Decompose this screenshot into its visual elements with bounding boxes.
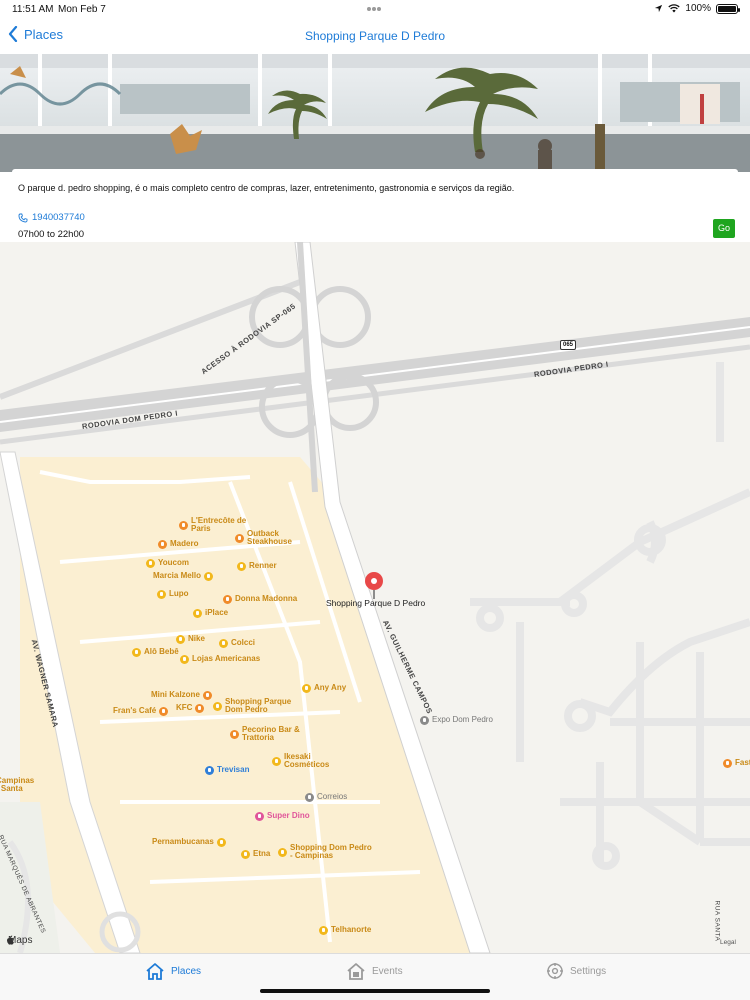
- map-view[interactable]: 065 ACESSO À RODOVIA SP-065 RODOVIA DOM …: [0, 242, 750, 953]
- poi-youcom[interactable]: Youcom: [143, 558, 189, 568]
- multitasking-dots-icon[interactable]: [367, 3, 383, 13]
- tab-events[interactable]: Events: [346, 962, 403, 980]
- place-header-photo: [0, 54, 750, 172]
- battery-icon: [716, 3, 740, 14]
- battery-percent: 100%: [685, 3, 711, 14]
- poi-super-dino[interactable]: Super Dino: [252, 811, 310, 821]
- status-date: Mon Feb 7: [58, 4, 106, 15]
- poi-marcia-mello[interactable]: Marcia Mello: [153, 571, 216, 581]
- opening-hours: 07h00 to 22h00: [18, 229, 85, 240]
- navigation-bar: Places Shopping Parque D Pedro: [0, 20, 750, 54]
- poi-expo-dom-pedro[interactable]: Expo Dom Pedro: [417, 715, 493, 725]
- poi-ikesaki[interactable]: Ikesaki Cosméticos: [269, 752, 340, 770]
- pin-label: Shopping Parque D Pedro: [326, 598, 426, 608]
- poi-alo-bebe[interactable]: Alô Bebê: [129, 647, 179, 657]
- poi-lupo[interactable]: Lupo: [154, 589, 189, 599]
- poi-any-any[interactable]: Any Any: [299, 683, 346, 693]
- poi-pecorino[interactable]: Pecorino Bar & Trattoria: [227, 725, 314, 743]
- poi-lojas-americanas[interactable]: Lojas Americanas: [177, 654, 260, 664]
- maps-attribution[interactable]: Maps: [6, 935, 32, 946]
- poi-nike[interactable]: Nike: [173, 634, 205, 644]
- poi-frans-cafe[interactable]: Fran's Café: [113, 706, 171, 716]
- house-calendar-icon: [347, 963, 365, 980]
- poi-mini-kalzone[interactable]: Mini Kalzone: [151, 690, 215, 700]
- poi-renner[interactable]: Renner: [234, 561, 277, 571]
- road-label-santa: RUA SANTA: [713, 900, 721, 942]
- status-indicators: 100%: [654, 3, 740, 14]
- wifi-icon: [668, 4, 681, 13]
- poi-outback[interactable]: Outback Steakhouse: [232, 529, 297, 547]
- poi-iplace[interactable]: iPlace: [190, 608, 228, 618]
- poi-colcci[interactable]: Colcci: [216, 638, 255, 648]
- status-bar: 11:51 AM Mon Feb 7 100%: [0, 0, 750, 20]
- poi-shopping-parque-dom-pedro[interactable]: Shopping Parque Dom Pedro: [210, 697, 297, 715]
- poi-correios[interactable]: Correios: [302, 792, 347, 802]
- place-description: O parque d. pedro shopping, é o mais com…: [18, 183, 515, 193]
- poi-campinas-santa[interactable]: Campinas - Santa: [0, 776, 36, 794]
- poi-trevisan[interactable]: Trevisan: [202, 765, 249, 775]
- apple-logo-icon: [6, 935, 14, 945]
- phone-link[interactable]: 1940037740: [18, 212, 85, 223]
- poi-madero[interactable]: Madero: [155, 539, 198, 549]
- gear-icon: [547, 963, 563, 979]
- house-icon: [146, 963, 164, 980]
- place-info-card: O parque d. pedro shopping, é o mais com…: [12, 169, 738, 213]
- poi-kfc[interactable]: KFC: [176, 703, 207, 713]
- page-title: Shopping Parque D Pedro: [304, 29, 446, 43]
- tab-places[interactable]: Places: [145, 962, 201, 980]
- poi-fast[interactable]: Fast: [720, 758, 750, 768]
- highway-shield: 065: [560, 340, 576, 350]
- status-time: 11:51 AM: [12, 4, 54, 15]
- legal-link[interactable]: Legal: [720, 939, 736, 946]
- phone-number: 1940037740: [32, 212, 85, 223]
- poi-donna-madonna[interactable]: Donna Madonna: [220, 594, 297, 604]
- tab-settings[interactable]: Settings: [546, 962, 606, 980]
- go-button[interactable]: Go: [713, 219, 735, 238]
- poi-etna[interactable]: Etna: [238, 849, 270, 859]
- poi-telhanorte[interactable]: Telhanorte: [316, 925, 371, 935]
- home-indicator[interactable]: [260, 989, 490, 993]
- poi-pernambucanas[interactable]: Pernambucanas: [152, 837, 229, 847]
- poi-shopping-dom-pedro-campinas[interactable]: Shopping Dom Pedro - Campinas: [275, 843, 374, 861]
- location-arrow-icon: [655, 4, 663, 13]
- phone-icon: [18, 213, 28, 222]
